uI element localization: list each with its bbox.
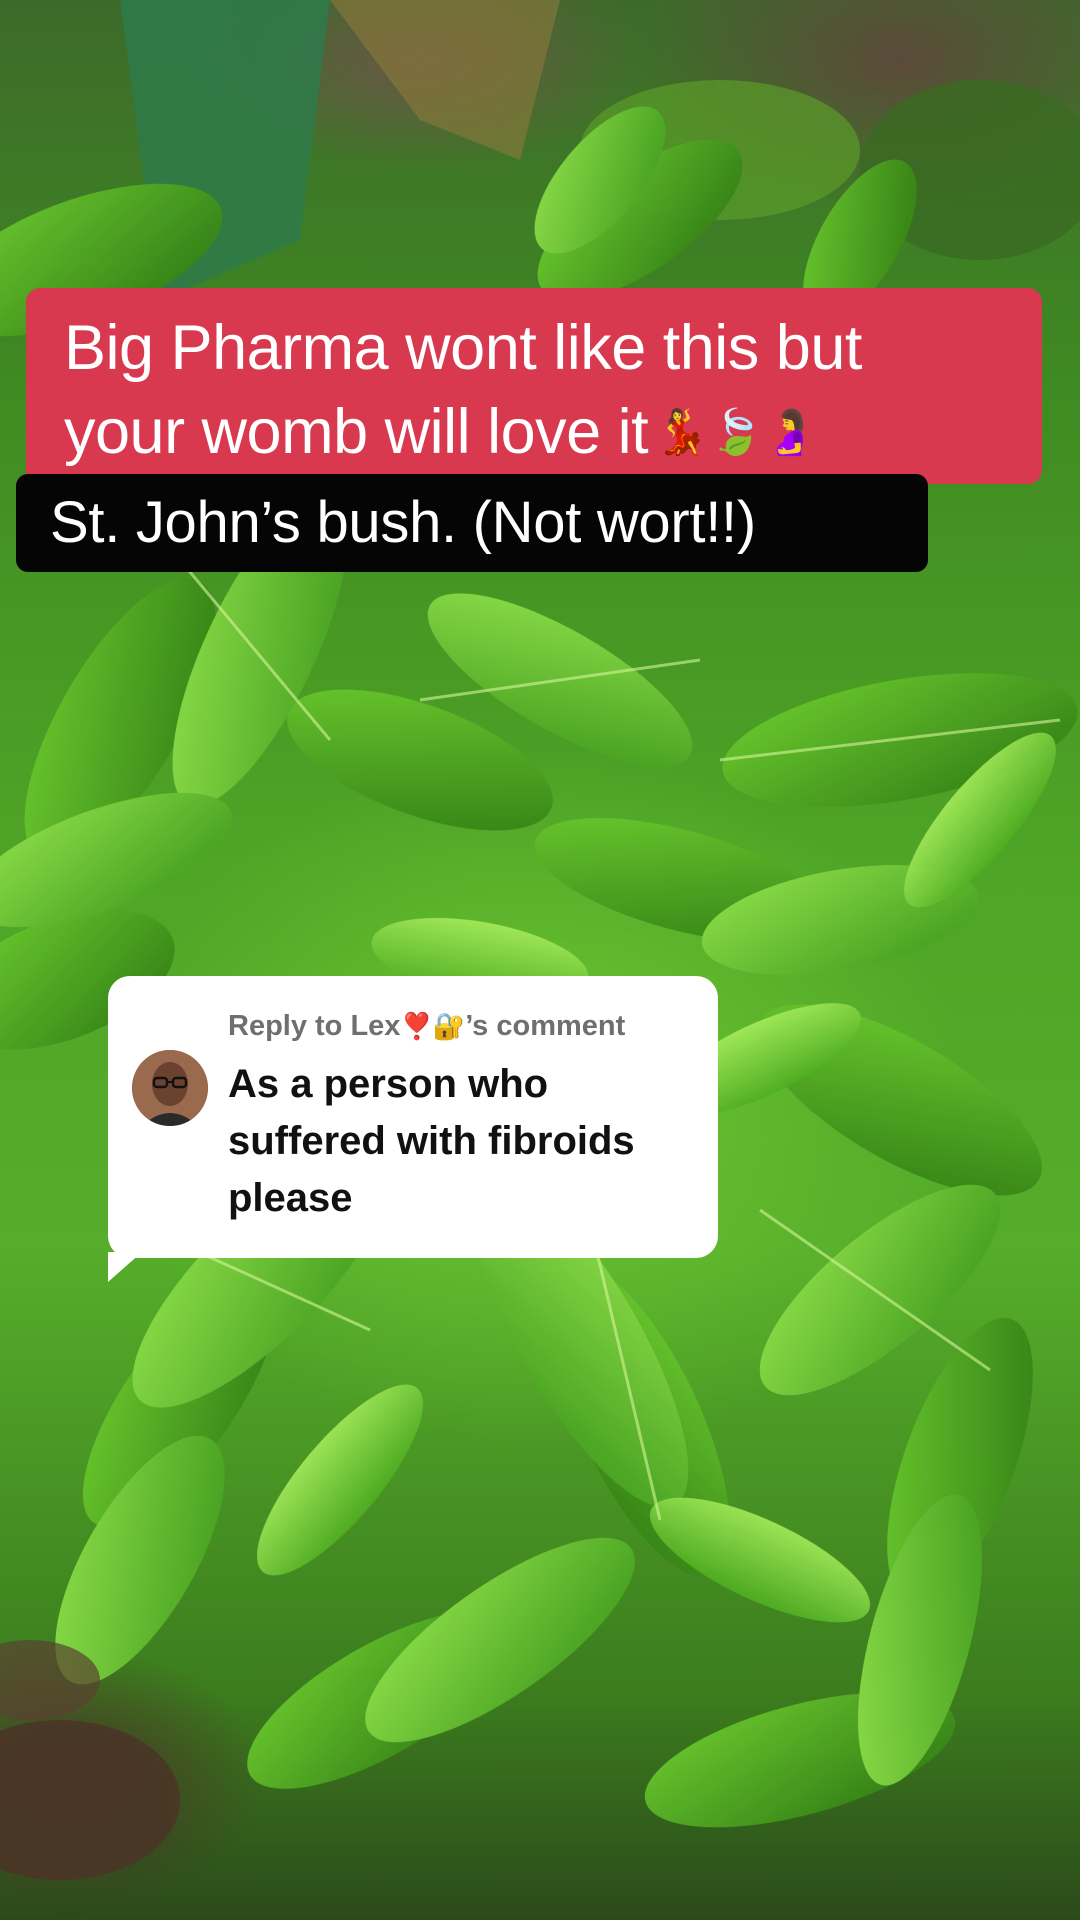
title-emojis: 💃🍃🤰 — [654, 407, 818, 458]
title-banner: Big Pharma wont like this but your womb … — [26, 288, 1042, 484]
title-line-1: Big Pharma wont like this but — [64, 313, 862, 383]
subtitle-banner: St. John’s bush. (Not wort!!) — [16, 474, 928, 572]
reply-prefix: Reply to Lex — [228, 1010, 401, 1042]
reply-emojis: ❣️🔐 — [400, 1012, 466, 1042]
reply-comment-card[interactable]: Reply to Lex❣️🔐’s comment As a person wh… — [108, 976, 718, 1282]
reply-header: Reply to Lex❣️🔐’s comment — [228, 1010, 625, 1043]
avatar-portrait-icon — [132, 1050, 208, 1126]
title-line-2-text: your womb will love it — [64, 397, 649, 467]
avatar — [132, 1050, 208, 1126]
reply-comment-text: As a person who suffered with fibroids p… — [228, 1062, 635, 1220]
reply-bubble-tail — [108, 1252, 142, 1282]
reply-suffix: ’s comment — [465, 1010, 626, 1042]
subtitle-text: St. John’s bush. (Not wort!!) — [50, 490, 756, 555]
title-line-2: your womb will love it 💃🍃🤰 — [64, 390, 1022, 475]
